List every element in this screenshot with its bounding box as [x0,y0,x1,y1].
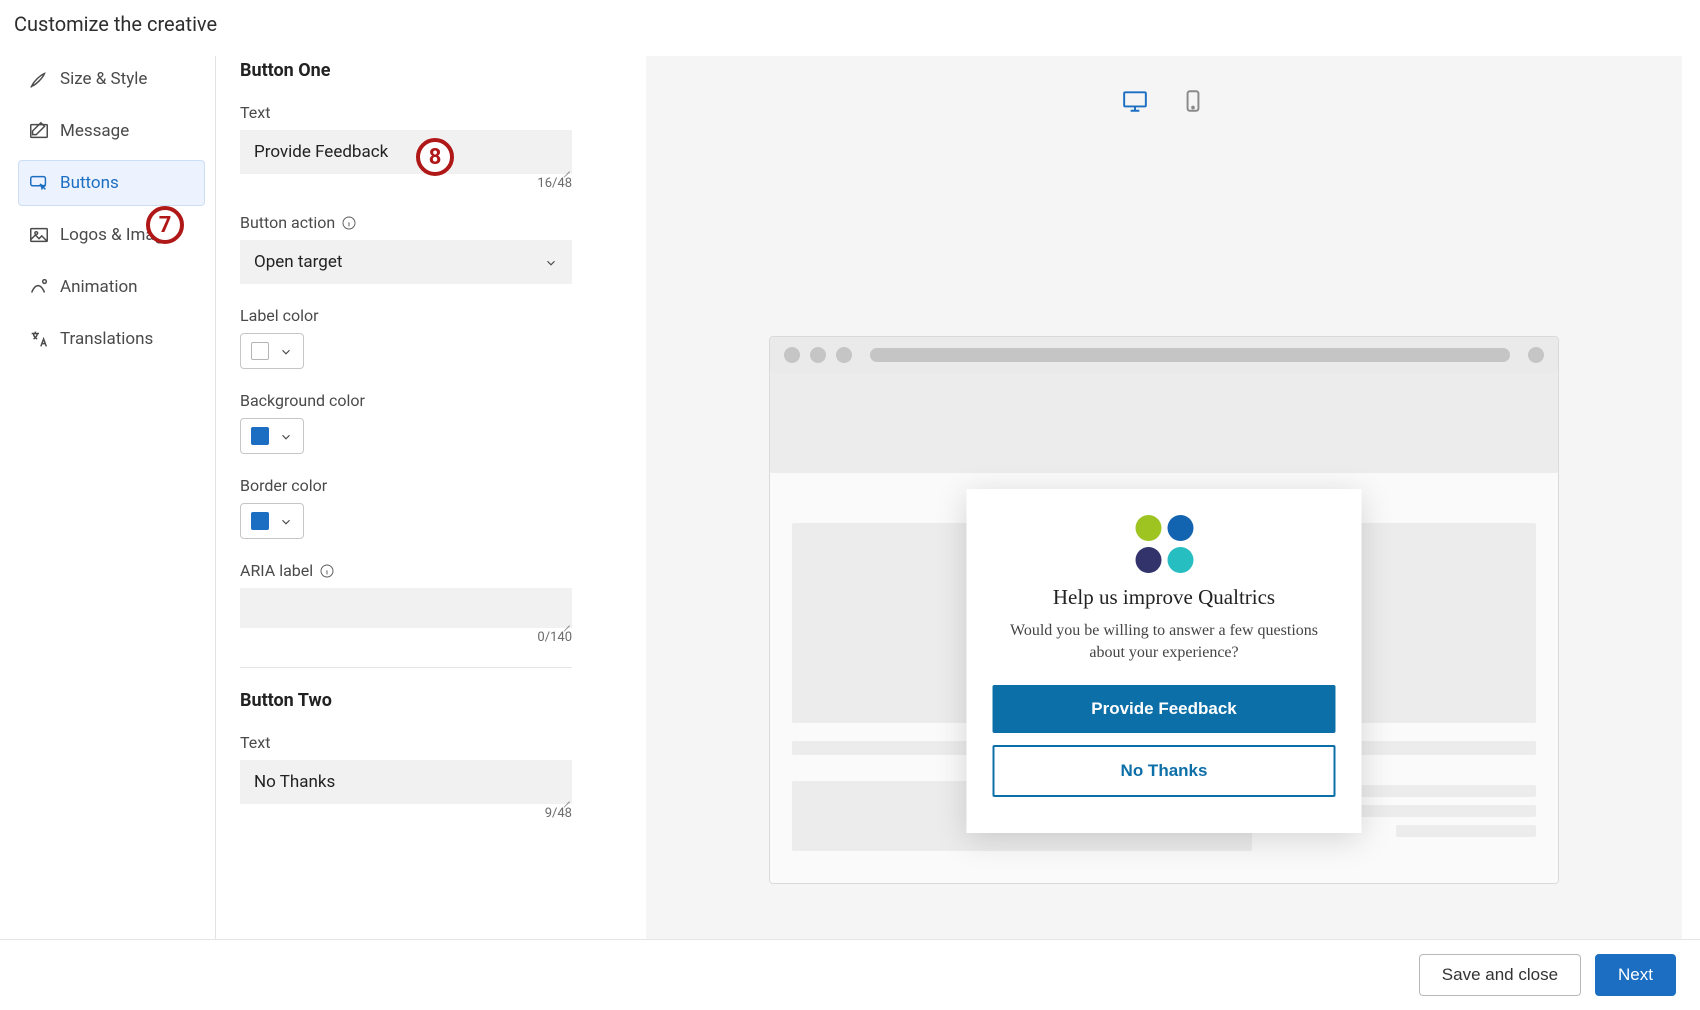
chevron-down-icon [279,429,293,443]
address-bar-placeholder [870,348,1510,362]
color-swatch [251,427,269,445]
image-icon [28,224,50,246]
sidebar-item-size-style[interactable]: Size & Style [18,56,205,102]
chevron-down-icon [279,514,293,528]
mobile-icon[interactable] [1180,88,1206,118]
sidebar-item-logos-images[interactable]: Logos & Imag... [18,212,205,258]
next-button[interactable]: Next [1595,954,1676,996]
page-title: Customize the creative [0,0,1700,56]
preview-area: Help us improve Qualtrics Would you be w… [596,56,1682,946]
background-color-label: Background color [240,391,572,410]
traffic-dot [836,347,852,363]
border-color-label: Border color [240,476,572,495]
sidebar-item-label: Buttons [60,173,119,193]
modal-subtitle: Would you be willing to answer a few que… [993,620,1336,663]
section-heading-button-one: Button One [240,60,572,81]
desktop-icon[interactable] [1122,88,1148,118]
properties-panel: Button One Text Provide Feedback 16/48 8… [216,56,596,946]
traffic-dot [784,347,800,363]
divider [240,667,572,668]
sidebar-item-label: Logos & Imag... [60,225,178,245]
info-icon [319,563,335,579]
char-count: 16/48 [240,176,572,191]
border-color-picker[interactable] [240,503,304,539]
traffic-dot [810,347,826,363]
button-action-dropdown[interactable]: Open target [240,240,572,284]
color-swatch [251,342,269,360]
section-heading-button-two: Button Two [240,690,572,711]
sidebar-item-label: Message [60,121,129,141]
chevron-down-icon [279,344,293,358]
sidebar-item-label: Translations [60,329,153,349]
browser-body: Help us improve Qualtrics Would you be w… [770,373,1558,883]
sidebar-item-message[interactable]: Message [18,108,205,154]
paintbrush-icon [28,68,50,90]
sidebar-item-animation[interactable]: Animation [18,264,205,310]
sidebar: Size & Style Message Buttons Logos & Ima… [18,56,216,946]
modal-title: Help us improve Qualtrics [993,585,1336,610]
preview-secondary-button[interactable]: No Thanks [993,745,1336,797]
button-two-text-input[interactable]: No Thanks [240,760,572,804]
animation-icon [28,276,50,298]
device-toggle [646,56,1682,118]
edit-icon [28,120,50,142]
button-one-text-input[interactable]: Provide Feedback [240,130,572,174]
cursor-icon [28,172,50,194]
traffic-dot [1528,347,1544,363]
button-action-label: Button action [240,213,572,232]
info-icon [341,215,357,231]
label-color-picker[interactable] [240,333,304,369]
char-count: 0/140 [240,630,572,645]
preview-primary-button[interactable]: Provide Feedback [993,685,1336,733]
browser-chrome [770,337,1558,373]
text-label: Text [240,103,572,122]
footer: Save and close Next [0,939,1700,1010]
preview-modal: Help us improve Qualtrics Would you be w… [967,489,1362,833]
color-swatch [251,512,269,530]
sidebar-item-translations[interactable]: Translations [18,316,205,362]
label-color-label: Label color [240,306,572,325]
logo-icon [993,515,1336,573]
translate-icon [28,328,50,350]
sidebar-item-buttons[interactable]: Buttons [18,160,205,206]
sidebar-item-label: Animation [60,277,138,297]
char-count: 9/48 [240,806,572,821]
chevron-down-icon [544,255,558,269]
text-label: Text [240,733,572,752]
aria-label-input[interactable] [240,588,572,628]
aria-label-label: ARIA label [240,561,572,580]
browser-mock: Help us improve Qualtrics Would you be w… [769,336,1559,884]
sidebar-item-label: Size & Style [60,69,147,89]
save-and-close-button[interactable]: Save and close [1419,954,1581,996]
background-color-picker[interactable] [240,418,304,454]
